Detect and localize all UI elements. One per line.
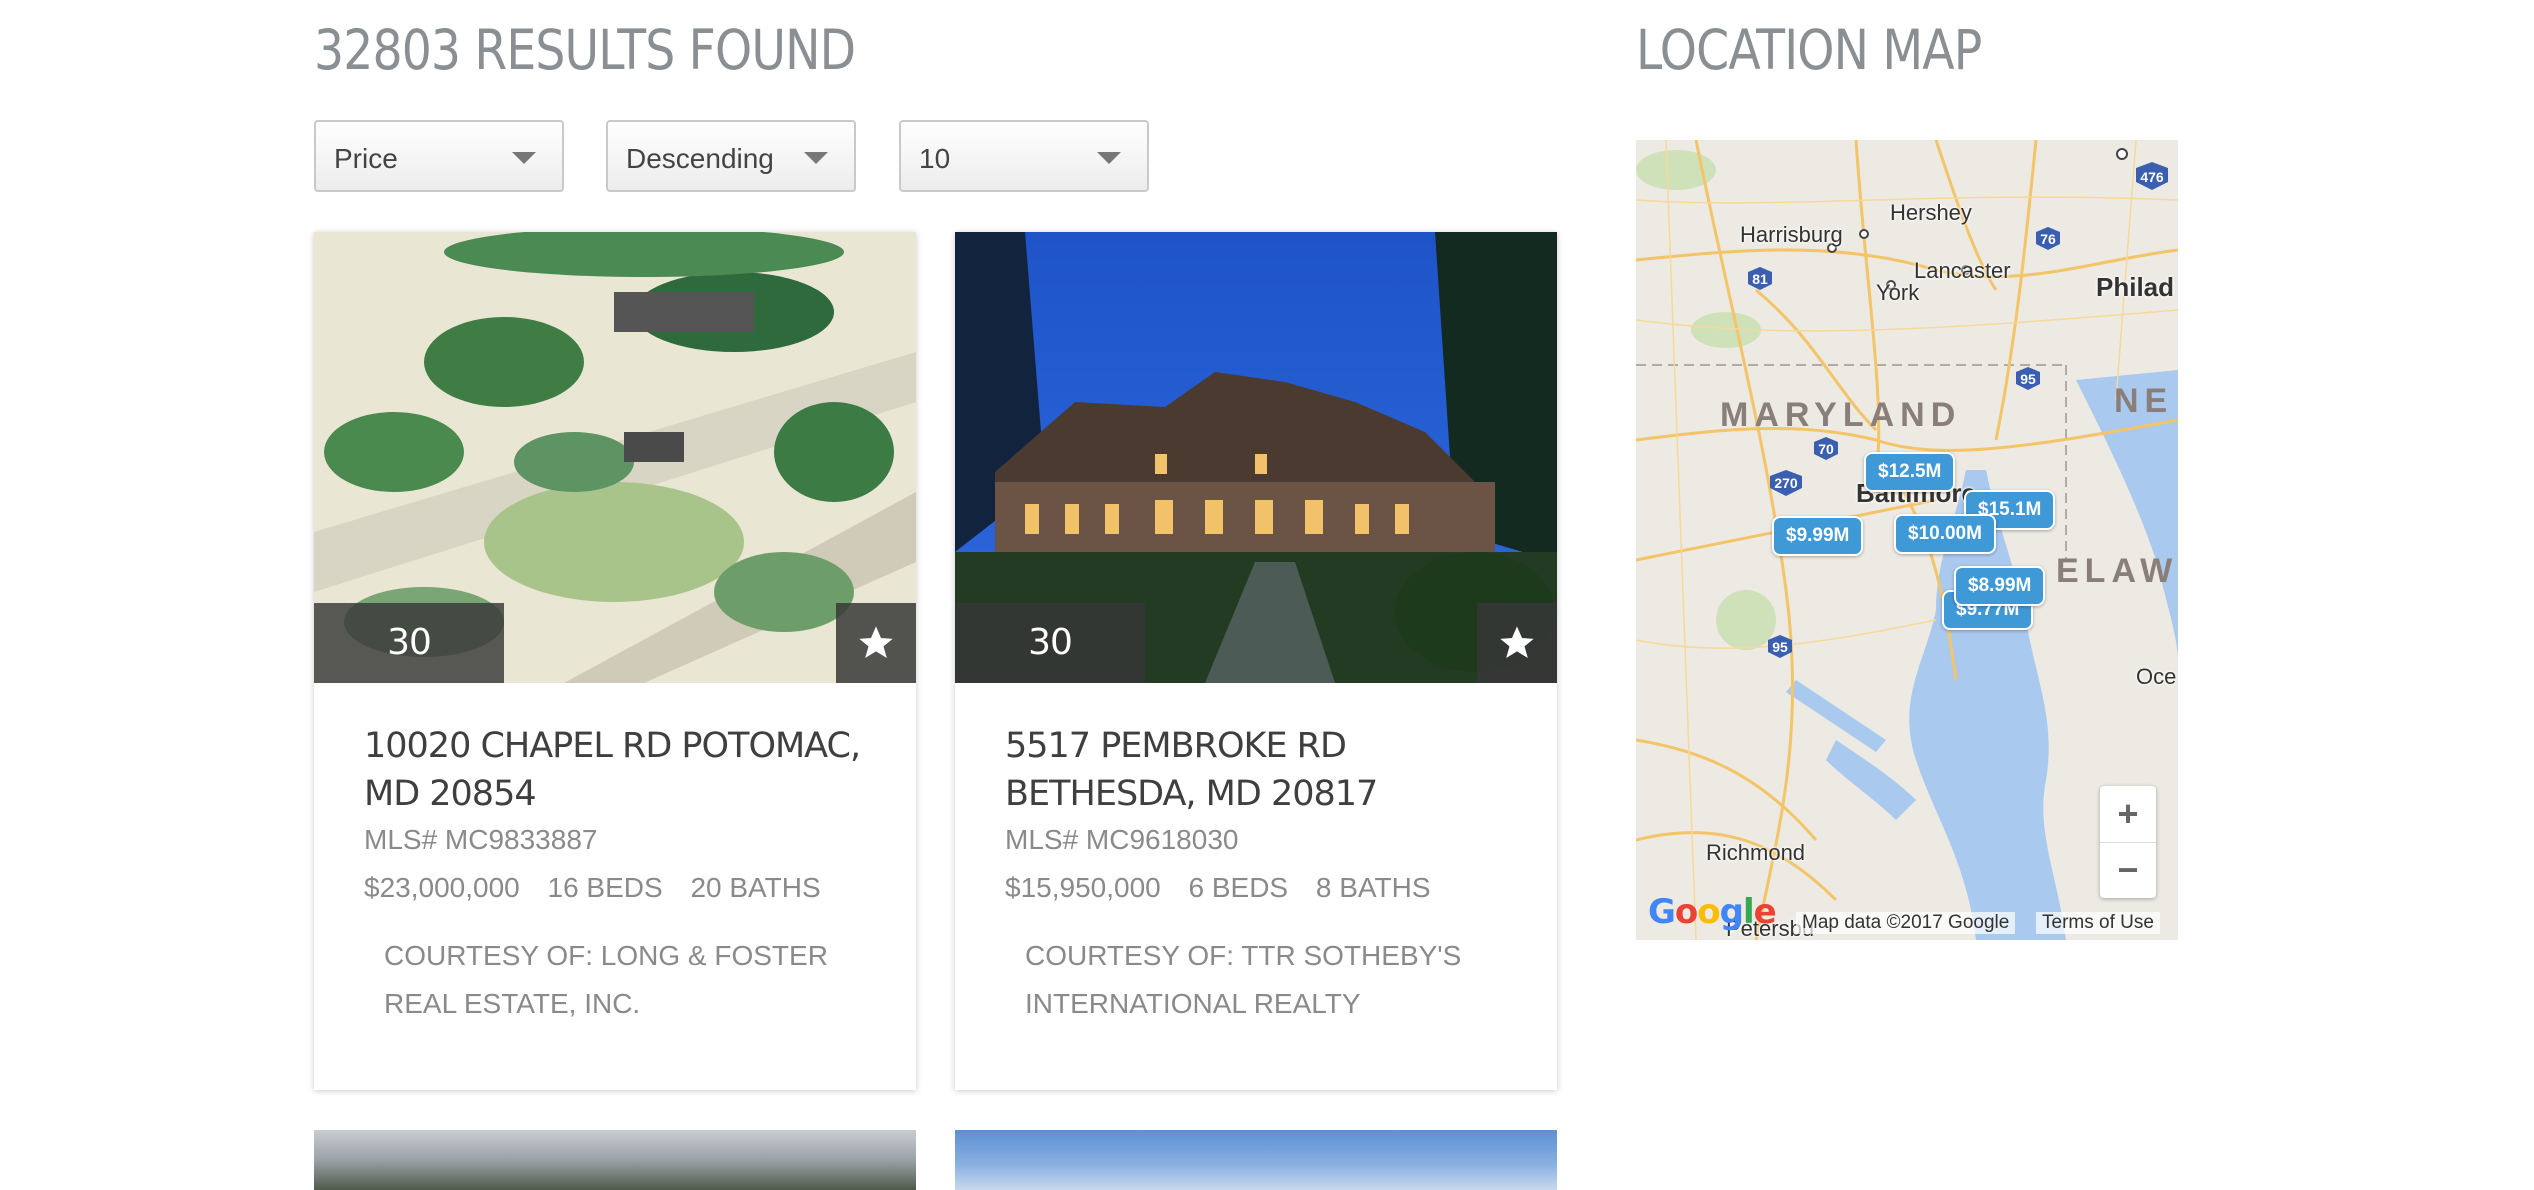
listing-price: $15,950,000 <box>1005 872 1161 903</box>
sort-by-value: Price <box>334 143 398 174</box>
listing-baths: 8 BATHS <box>1315 872 1431 903</box>
listing-mls: MLS# MC9618030 <box>1005 824 1239 855</box>
map-price-pin[interactable]: $10.00M <box>1894 514 1996 554</box>
star-icon <box>859 626 893 658</box>
zoom-in-button[interactable]: + <box>2100 786 2156 843</box>
map-label-philadelphia: Philad <box>2096 272 2175 302</box>
photos-count-button[interactable]: 30 PHOTOS <box>314 603 504 743</box>
svg-text:70: 70 <box>1818 441 1834 457</box>
listing-mls: MLS# MC9833887 <box>364 824 598 855</box>
chevron-down-icon <box>1097 152 1121 164</box>
zoom-out-button[interactable]: − <box>2100 842 2156 898</box>
svg-text:76: 76 <box>2040 231 2056 247</box>
svg-text:476: 476 <box>2140 169 2164 185</box>
listing-card[interactable]: 30 PHOTOS 5517 PEMBROKE RD BETHESDA, MD … <box>955 232 1557 1090</box>
location-map-title: LOCATION MAP <box>1636 18 1982 82</box>
map-label-lancaster: Lancaster <box>1914 258 2011 283</box>
map-price-pin[interactable]: $9.99M <box>1772 516 1864 556</box>
svg-text:95: 95 <box>2020 371 2036 387</box>
google-logo: Google <box>1648 892 1777 932</box>
map-label-harrisburg: Harrisburg <box>1740 222 1843 247</box>
listing-card[interactable]: 30 PHOTOS 10020 CHAPEL RD POTOMAC, MD 20… <box>314 232 916 1090</box>
map-label-richmond: Richmond <box>1706 840 1806 865</box>
listing-details: $15,950,000 6 BEDS 8 BATHS <box>1005 872 1451 904</box>
map-label-ocean: Oce <box>2136 664 2177 689</box>
map-data-credit: Map data ©2017 Google <box>1796 912 2016 934</box>
map-label-york: York <box>1876 280 1920 305</box>
map-terms-link[interactable]: Terms of Use <box>2036 912 2160 934</box>
sort-by-select[interactable]: Price <box>314 120 564 192</box>
listing-card-partial[interactable] <box>314 1130 916 1190</box>
listing-address-link[interactable]: 5517 PEMBROKE RD BETHESDA, MD 20817 <box>1005 722 1505 818</box>
listing-beds: 6 BEDS <box>1188 872 1289 903</box>
location-map[interactable]: 476 76 81 95 70 270 95 Hershey Harrisbur… <box>1636 140 2178 940</box>
map-label-delaware: ELAW <box>2056 552 2178 590</box>
svg-text:95: 95 <box>1772 639 1788 655</box>
map-price-pin[interactable]: $8.99M <box>1954 566 2046 606</box>
star-icon <box>1500 626 1534 658</box>
favorite-button[interactable] <box>1477 603 1557 683</box>
results-count-title: 32803 RESULTS FOUND <box>314 18 856 82</box>
listing-baths: 20 BATHS <box>690 872 821 903</box>
listing-courtesy: COURTESY OF: LONG & FOSTER REAL ESTATE, … <box>384 940 828 1019</box>
map-zoom-controls: + − <box>2100 786 2156 898</box>
chevron-down-icon <box>512 152 536 164</box>
per-page-select[interactable]: 10 <box>899 120 1149 192</box>
listing-card-partial[interactable] <box>955 1130 1557 1190</box>
sort-order-value: Descending <box>626 143 774 174</box>
favorite-button[interactable] <box>836 603 916 683</box>
listing-address-link[interactable]: 10020 CHAPEL RD POTOMAC, MD 20854 <box>364 722 864 818</box>
sort-order-select[interactable]: Descending <box>606 120 856 192</box>
map-label-maryland: MARYLAND <box>1720 396 1962 434</box>
listing-details: $23,000,000 16 BEDS 20 BATHS <box>364 872 841 904</box>
listing-courtesy: COURTESY OF: TTR SOTHEBY'S INTERNATIONAL… <box>1025 940 1462 1019</box>
per-page-value: 10 <box>919 143 951 174</box>
map-label-hershey: Hershey <box>1890 200 1972 225</box>
listing-price: $23,000,000 <box>364 872 520 903</box>
chevron-down-icon <box>804 152 828 164</box>
svg-text:81: 81 <box>1752 271 1768 287</box>
map-price-pin[interactable]: $12.5M <box>1864 452 1956 492</box>
map-label-new-jersey: NE <box>2114 382 2174 420</box>
photos-count-button[interactable]: 30 PHOTOS <box>955 603 1145 743</box>
svg-text:270: 270 <box>1774 475 1798 491</box>
listing-beds: 16 BEDS <box>547 872 663 903</box>
